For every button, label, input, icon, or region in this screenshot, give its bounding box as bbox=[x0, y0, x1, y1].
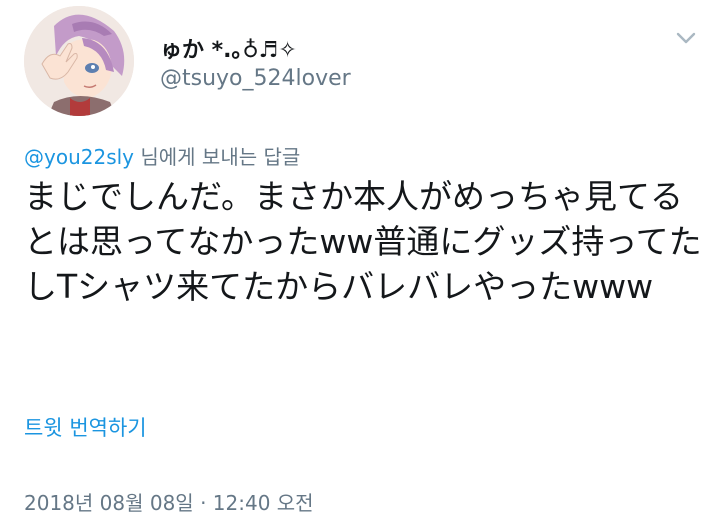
translate-tweet-link[interactable]: 트윗 번역하기 bbox=[24, 412, 147, 442]
tweet-timestamp[interactable]: 2018년 08월 08일 · 12:40 오전 bbox=[24, 487, 314, 516]
avatar-illustration bbox=[24, 6, 134, 116]
reply-suffix: 님에게 보내는 답글 bbox=[134, 145, 301, 169]
tweet-detail: ゅか *.｡♁♬✧ @tsuyo_524lover @you22sly 님에게 … bbox=[0, 0, 720, 522]
chevron-down-icon bbox=[676, 32, 696, 44]
reply-mention-link[interactable]: @you22sly bbox=[24, 145, 134, 169]
user-handle[interactable]: @tsuyo_524lover bbox=[160, 66, 351, 91]
tweet-text: まじでしんだ。まさか本人がめっちゃ見てるとは思ってなかったww普通にグッズ持って… bbox=[24, 177, 702, 306]
tweet-menu-button[interactable] bbox=[672, 24, 700, 52]
avatar[interactable] bbox=[24, 6, 134, 116]
display-name[interactable]: ゅか *.｡♁♬✧ bbox=[160, 32, 297, 64]
reply-context: @you22sly 님에게 보내는 답글 bbox=[24, 141, 300, 170]
